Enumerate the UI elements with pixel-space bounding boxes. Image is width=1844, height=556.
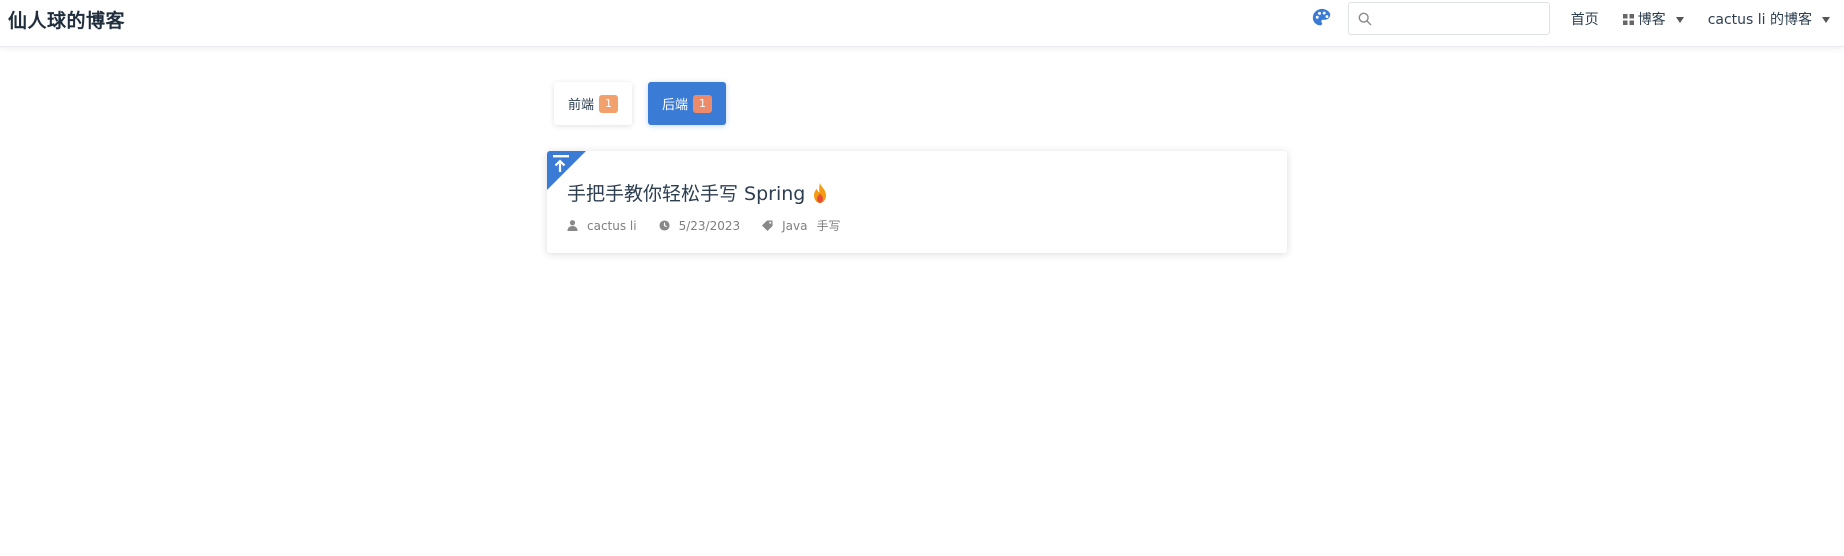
nav-blog-dropdown[interactable]: 博客 <box>1622 9 1684 29</box>
nav-home-label: 首页 <box>1570 12 1599 28</box>
grid-icon <box>1622 13 1634 25</box>
nav-home[interactable]: 首页 <box>1571 9 1599 29</box>
category-tags: 前端 1 后端 1 <box>554 82 742 125</box>
post-tags: Java 手写 <box>762 217 849 234</box>
post-author-name: cactus li <box>587 218 637 233</box>
flame-icon <box>814 182 827 203</box>
post-date: 5/23/2023 <box>659 218 741 233</box>
post-tag-link[interactable]: Java <box>782 219 807 233</box>
category-tag-frontend[interactable]: 前端 1 <box>554 82 633 125</box>
search-input[interactable] <box>1379 6 1544 31</box>
nav-links: 首页 博客 cactus li 的博客 <box>1547 9 1830 29</box>
nav-profile-label: cactus li 的博客 <box>1707 12 1812 28</box>
search-icon <box>1358 12 1372 26</box>
post-date-text: 5/23/2023 <box>678 218 741 233</box>
caret-down-icon <box>1822 17 1830 23</box>
site-name[interactable]: 仙人球的博客 <box>8 6 125 33</box>
category-tag-backend[interactable]: 后端 1 <box>648 82 727 125</box>
nav-blog-label: 博客 <box>1637 12 1666 28</box>
post-title[interactable]: 手把手教你轻松手写 Spring <box>567 179 829 206</box>
caret-down-icon <box>1675 17 1684 23</box>
category-count-badge: 1 <box>599 94 619 113</box>
category-label: 后端 <box>662 98 689 113</box>
post-meta: cactus li 5/23/2023 Java 手写 <box>567 217 872 234</box>
search-box <box>1348 2 1550 35</box>
category-label: 前端 <box>568 98 595 113</box>
nav-profile-dropdown[interactable]: cactus li 的博客 <box>1708 9 1830 29</box>
post-tag-link[interactable]: 手写 <box>816 217 840 234</box>
post-title-text: 手把手教你轻松手写 Spring <box>567 183 806 205</box>
clock-icon <box>659 220 670 231</box>
navbar: 仙人球的博客 首页 博客 cactus li 的博客 <box>0 0 1844 47</box>
category-count-badge: 1 <box>693 94 713 113</box>
post-card: 手把手教你轻松手写 Spring cactus li 5/23/2023 Jav… <box>547 151 1287 253</box>
tag-icon <box>762 220 773 231</box>
palette-icon[interactable] <box>1311 7 1333 29</box>
user-icon <box>567 220 578 231</box>
post-author[interactable]: cactus li <box>567 219 637 233</box>
